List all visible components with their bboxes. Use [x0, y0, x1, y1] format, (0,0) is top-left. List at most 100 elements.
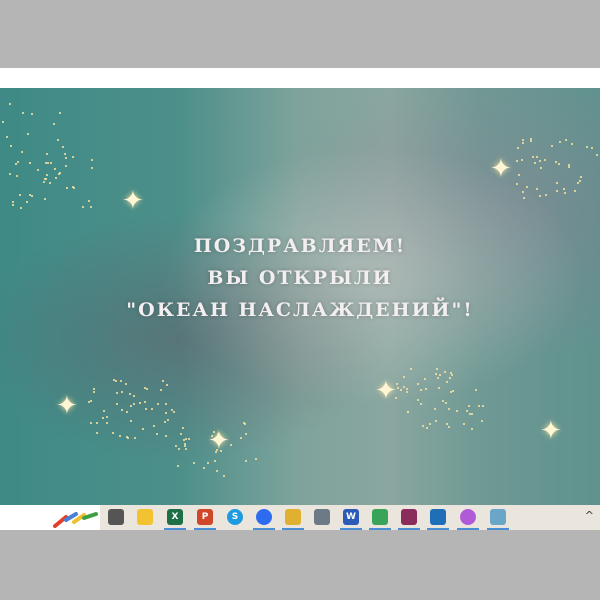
- glitter-dot: [119, 434, 122, 437]
- glitter-dot: [556, 190, 559, 193]
- glitter-dot: [207, 462, 210, 465]
- sparkle-icon: ✦: [540, 416, 562, 446]
- glitter-dot: [164, 402, 167, 405]
- glitter-dot: [520, 159, 523, 162]
- taskbar-calculator-icon[interactable]: [314, 509, 330, 525]
- glitter-dot: [442, 399, 445, 402]
- glitter-dot: [539, 159, 542, 162]
- glitter-dot: [12, 200, 15, 203]
- glitter-dot: [410, 368, 413, 371]
- glitter-dot: [517, 147, 520, 150]
- glitter-dot: [439, 373, 442, 376]
- glitter-dot: [91, 159, 93, 162]
- taskbar-zoom-icon[interactable]: [256, 509, 272, 525]
- glitter-dot: [558, 162, 561, 165]
- glitter-dot: [434, 373, 437, 376]
- chevron-up-icon[interactable]: ^: [585, 509, 594, 522]
- glitter-dot: [20, 151, 23, 153]
- glitter-dot: [230, 443, 233, 446]
- glitter-dot: [451, 390, 454, 393]
- glitter-dot: [450, 373, 453, 376]
- taskbar-word-icon[interactable]: W: [343, 509, 359, 525]
- glitter-dot: [456, 410, 459, 413]
- glitter-dot: [166, 418, 169, 421]
- glitter-dot: [219, 449, 222, 452]
- glitter-dot: [157, 402, 160, 405]
- glitter-dot: [44, 198, 47, 201]
- glitter-dot: [116, 391, 119, 394]
- message-line-2: ВЫ ОТКРЫЛИ: [207, 267, 393, 289]
- taskbar-active-app-icon[interactable]: [490, 509, 506, 525]
- glitter-dot: [406, 391, 409, 394]
- glitter-dot: [120, 379, 123, 382]
- taskbar-excel-icon[interactable]: X: [167, 509, 183, 525]
- glitter-dot: [165, 412, 168, 415]
- glitter-dot: [20, 207, 23, 210]
- glitter-dot: [112, 432, 115, 435]
- glitter-dot: [203, 467, 206, 470]
- glitter-dot: [243, 423, 246, 426]
- glitter-dot: [61, 145, 64, 148]
- message-line-3: "ОКЕАН НАСЛАЖДЕНИЙ"!: [126, 299, 474, 321]
- taskbar-file-explorer-icon[interactable]: [137, 509, 153, 525]
- glitter-dot: [545, 193, 548, 196]
- taskbar-skype-icon[interactable]: S: [227, 509, 243, 525]
- glitter-dot: [436, 377, 439, 380]
- glitter-dot: [26, 201, 29, 204]
- glitter-dot: [36, 169, 39, 171]
- glitter-dot: [255, 458, 258, 461]
- taskbar: XPS W ^: [0, 505, 600, 530]
- taskbar-winrar-icon[interactable]: [401, 509, 417, 525]
- taskbar-firefox-icon[interactable]: [460, 509, 476, 525]
- glitter-dot: [515, 159, 518, 162]
- glitter-dot: [152, 424, 155, 427]
- running-indicator: [253, 528, 275, 530]
- taskbar-photos-icon[interactable]: [430, 509, 446, 525]
- glitter-dot: [54, 167, 57, 170]
- glitter-dot: [462, 423, 465, 426]
- glitter-dot: [419, 403, 422, 406]
- glitter-dot: [402, 376, 405, 379]
- glitter-dot: [563, 187, 566, 190]
- glitter-dot: [539, 195, 541, 198]
- glitter-dot: [481, 420, 484, 423]
- glitter-dot: [471, 413, 474, 416]
- glitter-dot: [579, 176, 582, 179]
- glitter-dot: [531, 156, 534, 159]
- glitter-dot: [433, 408, 436, 411]
- glitter-dot: [129, 420, 132, 423]
- glitter-dot: [474, 388, 477, 391]
- glitter-dot: [523, 197, 526, 200]
- glitter-dot: [515, 183, 518, 186]
- glitter-dot: [214, 450, 217, 453]
- glitter-dot: [595, 153, 598, 156]
- glitter-dot: [45, 153, 48, 156]
- glitter-dot: [130, 404, 133, 407]
- glitter-dot: [143, 401, 146, 404]
- glitter-dot: [216, 433, 219, 436]
- glitter-dot: [185, 437, 188, 440]
- glitter-dot: [127, 437, 130, 440]
- glitter-dot: [522, 139, 525, 142]
- glitter-dot: [175, 445, 177, 448]
- glitter-dot: [128, 393, 131, 396]
- taskbar-task-view-icon[interactable]: [108, 509, 124, 525]
- glitter-dot: [164, 434, 167, 437]
- glitter-dot: [172, 411, 175, 414]
- glitter-dot: [522, 142, 525, 145]
- glitter-dot: [399, 389, 402, 392]
- glitter-dot: [90, 167, 93, 170]
- glitter-dot: [436, 368, 439, 371]
- taskbar-chrome-profile-icon[interactable]: [285, 509, 301, 525]
- glitter-dot: [578, 179, 581, 182]
- glitter-dot: [423, 377, 426, 380]
- taskbar-chrome-icon[interactable]: [372, 509, 388, 525]
- glitter-dot: [49, 162, 52, 165]
- glitter-dot: [590, 146, 593, 149]
- glitter-dot: [89, 206, 92, 209]
- glitter-dot: [447, 425, 450, 428]
- glitter-dot: [535, 155, 538, 158]
- taskbar-powerpoint-icon[interactable]: P: [197, 509, 213, 525]
- glitter-dot: [2, 121, 5, 124]
- glitter-dot: [58, 111, 61, 114]
